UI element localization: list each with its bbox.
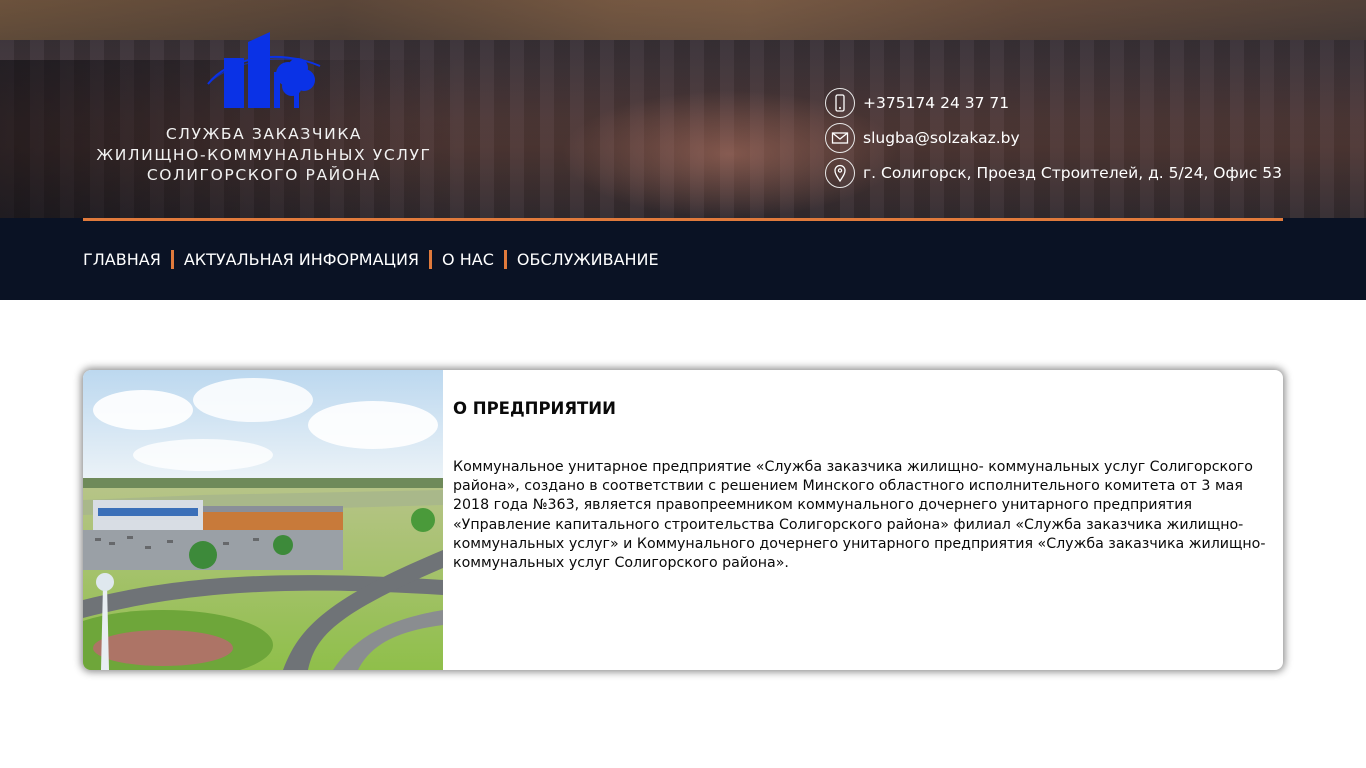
brand-line-2: ЖИЛИЩНО-КОММУНАЛЬНЫХ УСЛУГ (96, 145, 432, 164)
contact-email[interactable]: slugba@solzakaz.by (825, 123, 1282, 153)
mail-icon (825, 123, 855, 153)
building-tree-logo-icon (207, 32, 321, 108)
logo[interactable]: СЛУЖБА ЗАКАЗЧИКА ЖИЛИЩНО-КОММУНАЛЬНЫХ УС… (83, 28, 445, 186)
brand-name: СЛУЖБА ЗАКАЗЧИКА ЖИЛИЩНО-КОММУНАЛЬНЫХ УС… (83, 124, 445, 186)
nav-accent-line (83, 218, 1283, 221)
header-banner: СЛУЖБА ЗАКАЗЧИКА ЖИЛИЩНО-КОММУНАЛЬНЫХ УС… (0, 0, 1366, 218)
address-text: г. Солигорск, Проезд Строителей, д. 5/24… (863, 164, 1282, 182)
email-address[interactable]: slugba@solzakaz.by (863, 129, 1020, 147)
brand-line-1: СЛУЖБА ЗАКАЗЧИКА (165, 125, 363, 143)
contacts: +375174 24 37 71 slugba@solzakaz.by г. С… (825, 88, 1282, 193)
city-aerial-photo (83, 370, 443, 670)
phone-icon (825, 88, 855, 118)
nav-item-service[interactable]: ОБСЛУЖИВАНИЕ (517, 250, 659, 269)
contact-address: г. Солигорск, Проезд Строителей, д. 5/24… (825, 158, 1282, 188)
nav-item-about[interactable]: О НАС (442, 250, 494, 269)
about-content: О ПРЕДПРИЯТИИ Коммунальное унитарное пре… (453, 370, 1269, 573)
about-card: О ПРЕДПРИЯТИИ Коммунальное унитарное пре… (83, 370, 1283, 670)
nav-separator (503, 250, 507, 269)
phone-number[interactable]: +375174 24 37 71 (863, 94, 1009, 112)
nav-item-news[interactable]: АКТУАЛЬНАЯ ИНФОРМАЦИЯ (184, 250, 419, 269)
nav-items: ГЛАВНАЯ АКТУАЛЬНАЯ ИНФОРМАЦИЯ О НАС ОБСЛ… (83, 250, 659, 269)
about-title: О ПРЕДПРИЯТИИ (453, 399, 616, 418)
nav-separator (429, 250, 433, 269)
nav-item-home[interactable]: ГЛАВНАЯ (83, 250, 161, 269)
about-text: Коммунальное унитарное предприятие «Служ… (453, 459, 1266, 572)
location-pin-icon (825, 158, 855, 188)
nav-separator (170, 250, 174, 269)
contact-phone[interactable]: +375174 24 37 71 (825, 88, 1282, 118)
main-nav: ГЛАВНАЯ АКТУАЛЬНАЯ ИНФОРМАЦИЯ О НАС ОБСЛ… (0, 218, 1366, 300)
brand-line-3: СОЛИГОРСКОГО РАЙОНА (146, 166, 382, 184)
